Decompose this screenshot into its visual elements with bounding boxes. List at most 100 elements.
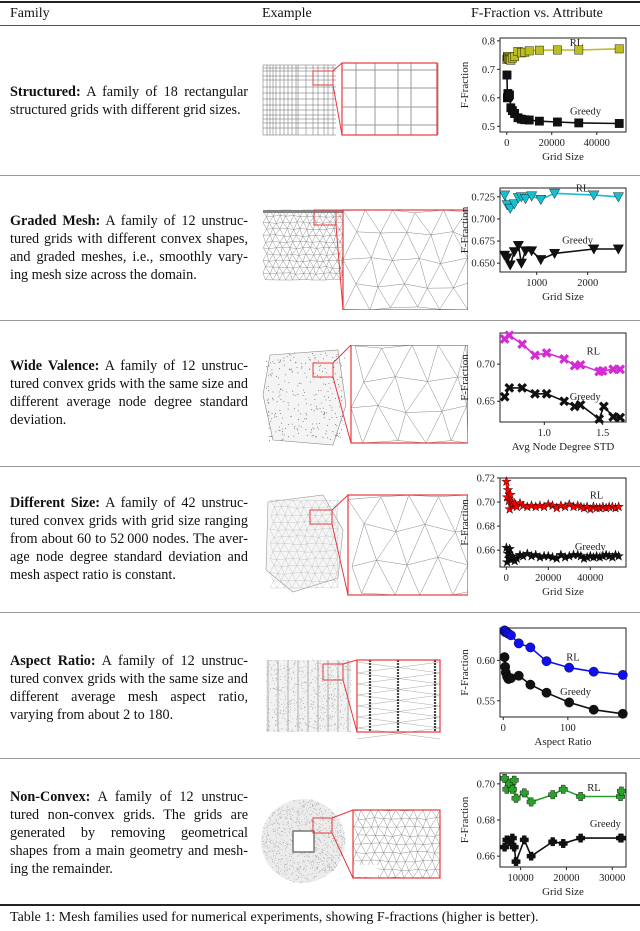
aspect-mesh [266, 659, 441, 740]
family-name: Different Size: [10, 495, 100, 511]
y-tick-label: 0.60 [477, 656, 495, 667]
bottom-rule [0, 904, 640, 906]
y-tick-label: 0.66 [477, 546, 495, 557]
y-axis-label: F-Fraction [460, 206, 471, 253]
series-annotation: RL [570, 38, 583, 49]
example-nonconvex [258, 783, 468, 898]
family-name: Structured: [10, 84, 81, 100]
family-description-nonconvex: Non-Convex: A family of 12 unstruc­tured… [10, 788, 248, 878]
series-annotation: RL [590, 490, 603, 501]
x-tick-label: 20000 [539, 138, 565, 149]
x-axis-label: Grid Size [542, 151, 584, 163]
zoom-inset [347, 494, 469, 596]
y-axis-label: F-Fraction [460, 499, 471, 546]
data-point [525, 679, 536, 690]
header-chart: F-Fraction vs. Attribute [471, 6, 603, 21]
removed-shape [292, 830, 315, 853]
row-separator [0, 320, 640, 321]
zoom-region [312, 70, 334, 86]
family-name: Graded Mesh: [10, 213, 101, 229]
header-family: Family [10, 6, 50, 21]
data-point [502, 70, 512, 80]
family-name: Non-Convex: [10, 789, 91, 805]
data-point [564, 662, 575, 673]
data-point [574, 118, 584, 128]
y-tick-label: 0.650 [471, 259, 495, 270]
x-axis-label: Avg Node Degree STD [512, 441, 615, 453]
example-valence [258, 344, 469, 460]
data-point [524, 46, 534, 56]
data-point [525, 642, 536, 653]
y-tick-label: 0.72 [477, 474, 495, 485]
x-tick-label: 1000 [526, 278, 547, 289]
family-name: Aspect Ratio: [10, 653, 96, 669]
y-tick-label: 0.725 [471, 192, 495, 203]
x-tick-label: 2000 [577, 278, 598, 289]
mesh-edges [350, 344, 469, 444]
data-point [588, 704, 599, 715]
y-tick-label: 0.5 [482, 122, 495, 133]
x-tick-label: 30000 [599, 873, 625, 884]
data-point [614, 119, 624, 128]
example-graded [258, 200, 469, 315]
y-tick-label: 0.70 [477, 360, 495, 371]
series-annotation: RL [587, 783, 600, 794]
y-tick-label: 0.8 [482, 36, 495, 47]
series-annotation: Greedy [562, 236, 594, 247]
y-axis-label: F-Fraction [460, 649, 471, 696]
x-tick-label: 0 [501, 723, 506, 734]
structured-grid [262, 63, 439, 136]
x-axis-label: Grid Size [542, 886, 584, 898]
zoom-connector [332, 62, 343, 72]
example-structured [258, 55, 468, 170]
data-point [524, 115, 534, 125]
y-axis-label: F-Fraction [460, 796, 471, 843]
data-point [617, 670, 628, 680]
y-tick-label: 0.68 [477, 816, 495, 827]
data-point [552, 45, 562, 55]
family-description-aspect: Aspect Ratio: A family of 12 unstruc­tur… [10, 652, 248, 724]
data-point [541, 656, 552, 667]
series-annotation: Greedy [560, 687, 592, 698]
data-point [588, 666, 599, 677]
mesh-edges [347, 494, 469, 596]
x-axis-label: Grid Size [542, 586, 584, 598]
x-tick-label: 20000 [535, 573, 561, 584]
graded-mesh [262, 209, 469, 311]
chart-valence: 1.0 1.5 0.65 0.70 Avg Node Degree STD F-Fract… [459, 325, 640, 465]
chart-nonconvex: 10000 20000 30000 0.66 0.68 0.70 Grid Size F-Fr… [459, 765, 640, 910]
data-point [513, 670, 524, 681]
x-tick-label: 40000 [577, 573, 603, 584]
family-name: Wide Valence: [10, 358, 100, 374]
x-tick-label: 0 [504, 138, 509, 149]
data-point [552, 117, 562, 127]
family-description-structured: Structured: A family of 18 rectangular s… [10, 83, 248, 119]
series-annotation: Greedy [570, 106, 602, 117]
mesh-outline [262, 349, 347, 446]
data-point [499, 652, 510, 663]
data-point [541, 687, 552, 698]
x-tick-label: 20000 [553, 873, 579, 884]
data-point [505, 90, 514, 100]
series-annotation: RL [576, 184, 589, 195]
y-tick-label: 0.65 [477, 397, 495, 408]
zoom-connector [335, 224, 344, 311]
table-caption: Table 1: Mesh families used for numerica… [10, 910, 539, 925]
x-tick-label: 40000 [584, 138, 610, 149]
chart-aspect: 0 100 0.55 0.60 Aspect Ratio F-Fraction RL Gree… [459, 620, 640, 760]
y-axis-label: F-Fraction [460, 61, 471, 108]
y-tick-label: 0.70 [477, 498, 495, 509]
y-axis-label: F-Fraction [460, 354, 471, 401]
data-point [617, 708, 628, 719]
family-description-size: Different Size: A family of 42 unstruc­t… [10, 494, 248, 584]
chart-graded: 1000 2000 0.650 0.675 0.700 0.725 Grid Size F-F… [459, 180, 640, 315]
data-point [513, 638, 524, 649]
series-annotation: Greedy [590, 819, 622, 830]
row-separator [0, 612, 640, 613]
example-aspect [258, 640, 468, 755]
family-description-graded: Graded Mesh: A family of 12 unstruc­ture… [10, 212, 248, 284]
data-point [564, 697, 575, 708]
x-tick-label: 0 [504, 573, 509, 584]
row-separator [0, 175, 640, 176]
x-axis-label: Grid Size [542, 291, 584, 303]
